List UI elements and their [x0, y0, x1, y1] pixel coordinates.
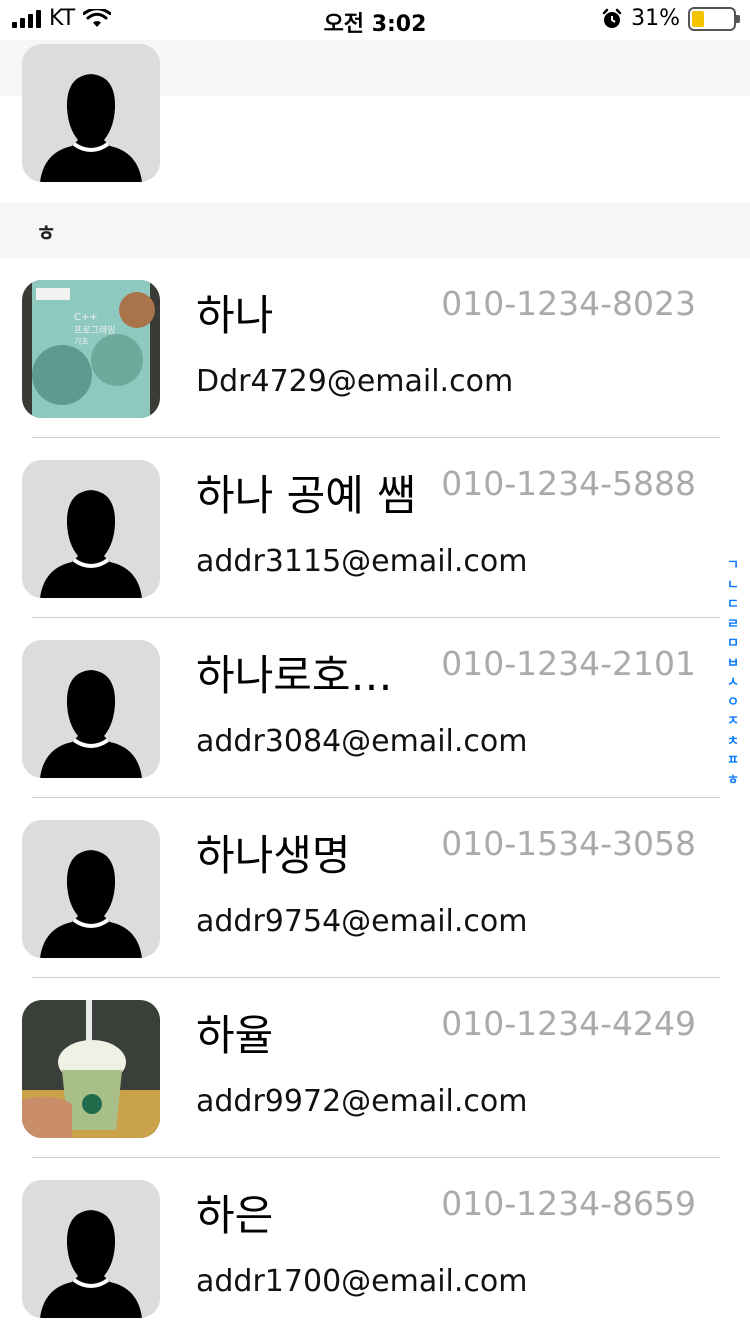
person-silhouette-icon [22, 460, 160, 598]
contact-phone[interactable]: 010-1234-4249 [441, 1004, 696, 1043]
index-item[interactable]: ㅇ [727, 693, 739, 713]
section-header-h: ㅎ [0, 202, 750, 258]
contact-email[interactable]: addr1700@email.com [196, 1264, 528, 1299]
contact-email[interactable]: addr3115@email.com [196, 544, 528, 579]
index-item[interactable]: ㅈ [727, 712, 739, 732]
contact-phone[interactable]: 010-1234-2101 [441, 644, 696, 683]
index-item[interactable]: ㅁ [727, 634, 739, 654]
svg-text:C++: C++ [74, 312, 98, 323]
contact-phone[interactable]: 010-1234-8659 [441, 1184, 696, 1223]
index-item[interactable]: ㅊ [727, 732, 739, 752]
battery-icon [688, 6, 740, 31]
contact-email[interactable]: addr9754@email.com [196, 904, 528, 939]
battery-percent: 31% [631, 6, 680, 31]
contact-row-partial[interactable] [0, 22, 750, 202]
person-silhouette-icon [22, 1180, 160, 1318]
contact-name: 하나 [196, 291, 274, 340]
drink-photo [22, 1000, 160, 1138]
contact-name: 하은 [196, 1191, 274, 1240]
status-right: 31% [601, 6, 740, 31]
contact-phone[interactable]: 010-1534-3058 [441, 824, 696, 863]
svg-text:프로그래밍: 프로그래밍 [74, 325, 115, 336]
contact-row[interactable]: 하나 공예 쌤 010-1234-5888 addr3115@email.com [0, 438, 750, 618]
person-silhouette-icon [22, 820, 160, 958]
contact-name: 하율 [196, 1011, 274, 1060]
index-item[interactable]: ㄹ [727, 615, 739, 635]
contact-row[interactable]: C++ 프로그래밍 기초 하나 010-1234-8023 Ddr4729@em… [0, 258, 750, 438]
book-cover-photo: C++ 프로그래밍 기초 [22, 280, 160, 418]
contact-row[interactable]: 하나로호… 010-1234-2101 addr3084@email.com [0, 618, 750, 798]
index-item[interactable]: ㅅ [727, 673, 739, 693]
index-item[interactable]: ㅂ [727, 654, 739, 674]
person-silhouette-icon [22, 640, 160, 778]
contact-name: 하나로호… [196, 651, 393, 700]
contact-row[interactable]: 하율 010-1234-4249 addr9972@email.com [0, 978, 750, 1158]
person-silhouette-icon [22, 44, 160, 182]
status-bar: KT 오전 3:02 31% [0, 0, 750, 40]
section-letter: ㅎ [36, 222, 57, 247]
battery-fill [692, 10, 705, 27]
contact-phone[interactable]: 010-1234-8023 [441, 284, 696, 323]
alphabet-index-bar[interactable]: ㄱ ㄴ ㄷ ㄹ ㅁ ㅂ ㅅ ㅇ ㅈ ㅊ ㅍ ㅎ [724, 556, 742, 790]
index-item[interactable]: ㅎ [727, 771, 739, 791]
index-item[interactable]: ㄷ [727, 595, 739, 615]
contact-email[interactable]: addr9972@email.com [196, 1084, 528, 1119]
alarm-icon [602, 8, 622, 28]
contact-phone[interactable]: 010-1234-5888 [441, 464, 696, 503]
index-item[interactable]: ㄱ [727, 556, 739, 576]
index-item[interactable]: ㄴ [727, 576, 739, 596]
contact-email[interactable]: addr3084@email.com [196, 724, 528, 759]
contact-name: 하나 공예 쌤 [196, 471, 416, 520]
svg-text:기초: 기초 [74, 337, 89, 346]
contact-name: 하나생명 [196, 831, 351, 880]
contact-email[interactable]: Ddr4729@email.com [196, 364, 513, 399]
contact-row[interactable]: 하나생명 010-1534-3058 addr9754@email.com [0, 798, 750, 978]
index-item[interactable]: ㅍ [727, 751, 739, 771]
contact-row[interactable]: 하은 010-1234-8659 addr1700@email.com [0, 1158, 750, 1334]
